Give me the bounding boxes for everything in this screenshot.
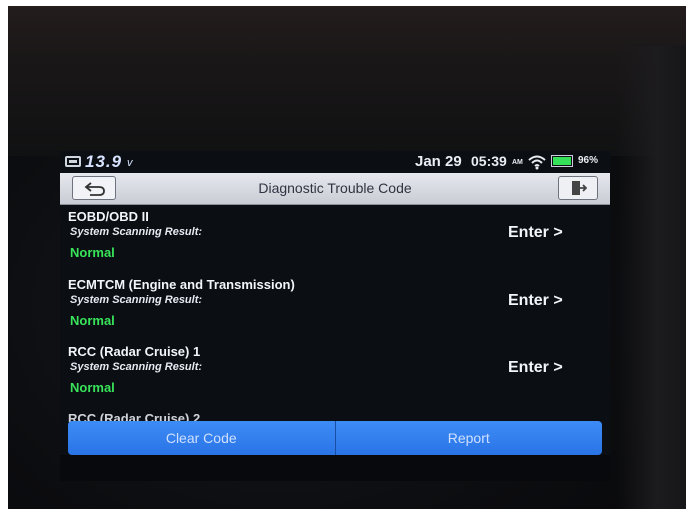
enter-button[interactable]: Enter > — [508, 292, 563, 310]
status-date: Jan 29 — [415, 153, 462, 170]
wifi-icon — [528, 155, 546, 170]
action-bar: Clear Code Report — [68, 421, 602, 455]
battery-percent: 96% — [578, 155, 599, 166]
scan-status: Normal — [70, 313, 115, 328]
exit-door-icon — [572, 181, 587, 195]
enter-button[interactable]: Enter > — [508, 224, 563, 242]
page-title: Diagnostic Trouble Code — [258, 180, 412, 196]
scan-result-label: System Scanning Result: — [70, 226, 203, 238]
device-bezel-right — [616, 46, 686, 509]
list-item: ECMTCM (Engine and Transmission) System … — [60, 273, 610, 340]
scan-result-label: System Scanning Result: — [70, 294, 203, 306]
battery-icon — [551, 155, 573, 167]
exit-button[interactable] — [558, 176, 598, 200]
system-name: ECMTCM (Engine and Transmission) — [68, 277, 295, 292]
system-list: EOBD/OBD II System Scanning Result: Norm… — [60, 205, 610, 422]
status-ampm: AM — [512, 159, 523, 166]
status-time: 05:39 — [471, 153, 507, 169]
scan-result-label: System Scanning Result: — [70, 361, 203, 373]
list-item: RCC (Radar Cruise) 1 System Scanning Res… — [60, 340, 610, 407]
device-bezel-top — [8, 6, 686, 156]
report-button[interactable]: Report — [335, 421, 602, 455]
voltage-unit: v — [127, 157, 133, 169]
system-name: EOBD/OBD II — [68, 209, 149, 224]
scan-status: Normal — [70, 245, 115, 260]
system-name: RCC (Radar Cruise) 1 — [68, 344, 201, 359]
voltage-readout: 13.9 — [85, 152, 123, 171]
clear-code-button[interactable]: Clear Code — [68, 421, 336, 455]
status-bar: 13.9 v Jan 29 05:39 AM 96% — [60, 151, 610, 173]
device-screen: 13.9 v Jan 29 05:39 AM 96% Diagnostic Tr… — [60, 151, 610, 481]
screen-bottom-area — [60, 455, 610, 481]
title-bar: Diagnostic Trouble Code — [60, 173, 610, 205]
scan-status: Normal — [70, 380, 115, 395]
battery-voltage-icon — [65, 156, 81, 167]
device-photo: 13.9 v Jan 29 05:39 AM 96% Diagnostic Tr… — [8, 6, 686, 509]
enter-button[interactable]: Enter > — [508, 359, 563, 377]
list-item: EOBD/OBD II System Scanning Result: Norm… — [60, 205, 610, 272]
